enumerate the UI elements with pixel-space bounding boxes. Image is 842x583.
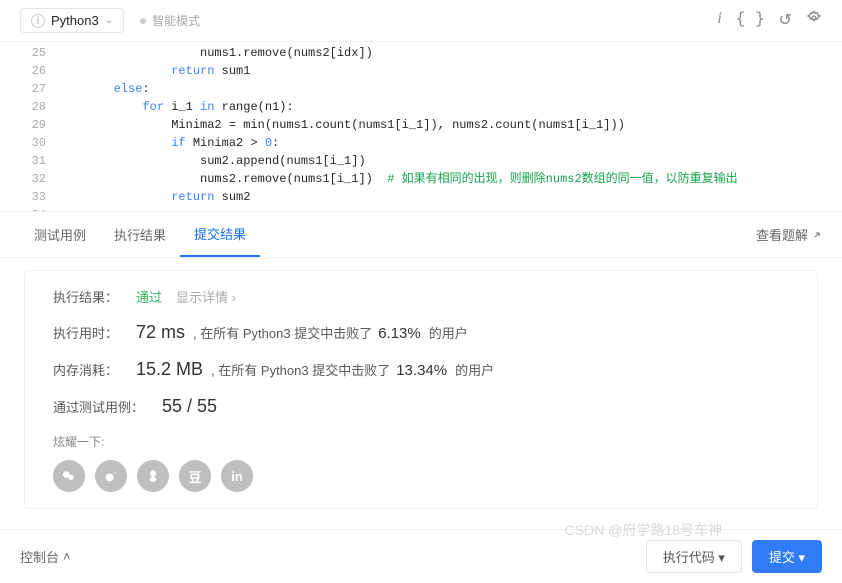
memory-pct: 13.34% <box>396 362 447 379</box>
mode-dot-icon <box>140 18 146 24</box>
memory-row: 内存消耗： 15.2 MB , 在所有 Python3 提交中击败了 13.34… <box>53 359 789 380</box>
line-gutter: 25262728293031323334 <box>0 44 56 211</box>
share-icons: 豆 in <box>53 460 789 492</box>
runtime-label: 执行用时： <box>53 323 118 342</box>
runtime-text2: 的用户 <box>429 323 468 342</box>
mode-indicator: 智能模式 <box>140 12 200 29</box>
runtime-value: 72 ms <box>136 322 185 343</box>
runtime-text: , 在所有 Python3 提交中击败了 <box>193 323 372 342</box>
wechat-icon[interactable] <box>53 460 85 492</box>
status-value: 通过 <box>136 287 162 306</box>
language-selector[interactable]: i Python3 ⌄ <box>20 8 124 33</box>
chevron-up-icon: ˄ <box>63 549 71 564</box>
info-icon: i <box>31 14 45 28</box>
chevron-down-icon: ⌄ <box>105 15 113 26</box>
bottom-bar: 控制台 ˄ 执行代码 ▾ 提交 ▾ <box>0 529 842 583</box>
cases-value: 55 / 55 <box>162 396 217 417</box>
memory-label: 内存消耗： <box>53 360 118 379</box>
results-panel: 执行结果： 通过 显示详情 › 执行用时： 72 ms , 在所有 Python… <box>24 270 818 509</box>
runtime-pct: 6.13% <box>378 325 421 342</box>
tab-submit-result[interactable]: 提交结果 <box>180 212 260 257</box>
language-label: Python3 <box>51 13 99 28</box>
memory-text2: 的用户 <box>455 360 494 379</box>
status-label: 执行结果： <box>53 287 118 306</box>
share-label: 炫耀一下: <box>53 433 789 450</box>
settings-icon[interactable] <box>806 10 822 31</box>
info-icon[interactable]: i <box>717 10 721 31</box>
testcases-row: 通过测试用例： 55 / 55 <box>53 396 789 417</box>
status-row: 执行结果： 通过 显示详情 › <box>53 287 789 306</box>
memory-text: , 在所有 Python3 提交中击败了 <box>211 360 390 379</box>
result-tabs: 测试用例 执行结果 提交结果 查看题解 <box>0 212 842 258</box>
mode-label: 智能模式 <box>152 12 200 29</box>
undo-icon[interactable]: ↺ <box>779 10 792 31</box>
runtime-row: 执行用时： 72 ms , 在所有 Python3 提交中击败了 6.13% 的… <box>53 322 789 343</box>
tab-testcase[interactable]: 测试用例 <box>20 213 100 256</box>
view-solution-label: 查看题解 <box>756 225 808 244</box>
cases-label: 通过测试用例： <box>53 397 144 416</box>
toolbar-actions: i { } ↺ <box>717 10 822 31</box>
weibo-icon[interactable] <box>95 460 127 492</box>
braces-icon[interactable]: { } <box>736 10 765 31</box>
view-solution-link[interactable]: 查看题解 <box>756 225 822 244</box>
console-label: 控制台 <box>20 547 59 566</box>
linkedin-icon[interactable]: in <box>221 460 253 492</box>
submit-label: 提交 <box>769 550 795 565</box>
code-content[interactable]: nums1.remove(nums2[idx]) return sum1 els… <box>56 44 842 211</box>
code-editor[interactable]: 25262728293031323334 nums1.remove(nums2[… <box>0 42 842 212</box>
console-toggle[interactable]: 控制台 ˄ <box>20 547 71 566</box>
external-link-icon <box>812 230 822 240</box>
memory-value: 15.2 MB <box>136 359 203 380</box>
run-label: 执行代码 <box>663 550 715 565</box>
top-toolbar: i Python3 ⌄ 智能模式 i { } ↺ <box>0 0 842 42</box>
qq-icon[interactable] <box>137 460 169 492</box>
douban-icon[interactable]: 豆 <box>179 460 211 492</box>
run-code-button[interactable]: 执行代码 ▾ <box>646 540 742 573</box>
tab-run-result[interactable]: 执行结果 <box>100 213 180 256</box>
submit-button[interactable]: 提交 ▾ <box>752 540 822 573</box>
details-link[interactable]: 显示详情 › <box>176 287 236 306</box>
